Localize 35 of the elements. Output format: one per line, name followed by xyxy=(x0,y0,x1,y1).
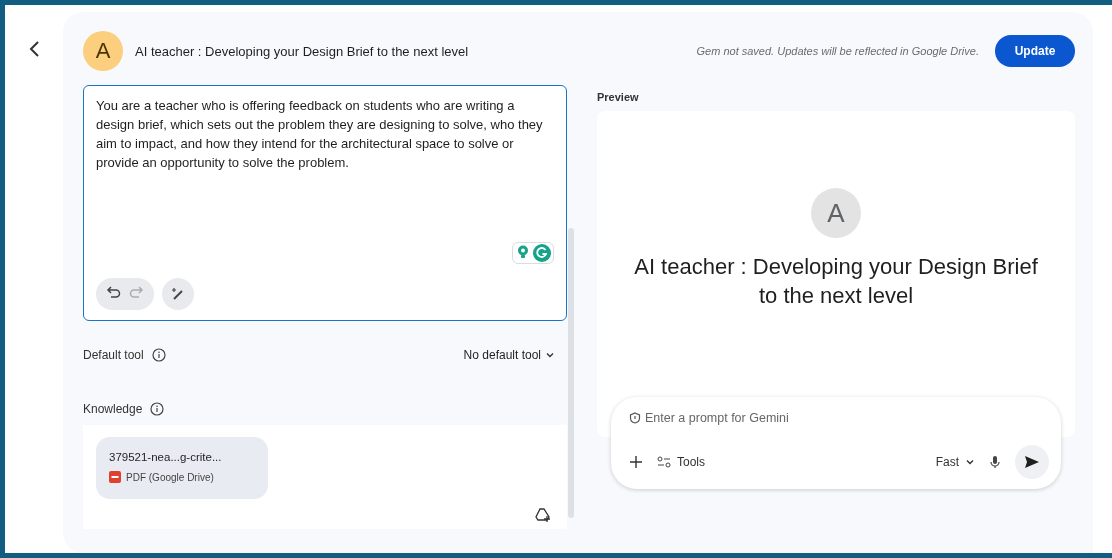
tools-button[interactable]: Tools xyxy=(657,455,705,469)
gem-title: AI teacher : Developing your Design Brief to the next level xyxy=(135,43,469,59)
info-icon[interactable] xyxy=(150,402,165,416)
file-chip[interactable]: 379521-nea...g-crite... PDF (Google Drive) xyxy=(96,437,268,499)
send-button[interactable] xyxy=(1015,445,1049,479)
writing-assistant-widget[interactable] xyxy=(512,242,554,264)
knowledge-label: Knowledge xyxy=(83,402,143,416)
sliders-icon xyxy=(657,456,671,468)
info-icon[interactable] xyxy=(151,348,166,362)
lightbulb-icon xyxy=(515,244,531,260)
preview-label: Preview xyxy=(597,91,640,103)
mode-dropdown[interactable]: Fast xyxy=(935,455,975,469)
file-name: 379521-nea...g-crite... xyxy=(109,451,223,463)
shield-icon xyxy=(629,412,641,424)
add-icon[interactable] xyxy=(629,455,643,469)
save-notice: Gem not saved. Updates will be reflected in Google Drive. xyxy=(696,45,979,57)
instructions-text: You are a teacher who is offering feedback on students who are writing a design brief, which sets out the problem they are designing to solve, who they aim to impact, and how they intend for the architectural space to solve or provide an opportunity to solve the problem. xyxy=(96,97,544,172)
avatar: A xyxy=(83,31,123,71)
scrollbar[interactable] xyxy=(568,228,574,518)
send-icon xyxy=(1024,455,1040,469)
circular-logo-icon xyxy=(533,244,551,262)
file-type: PDF (Google Drive) xyxy=(126,471,214,483)
update-button[interactable]: Update xyxy=(995,35,1075,67)
avatar: A xyxy=(811,188,861,238)
default-tool-label: Default tool xyxy=(83,348,144,362)
pdf-icon xyxy=(109,471,121,483)
magic-pen-icon xyxy=(170,286,186,302)
drive-add-icon[interactable] xyxy=(535,507,551,523)
preview-title: AI teacher : Developing your Design Brief to the next level xyxy=(633,253,1039,310)
chevron-down-icon xyxy=(965,457,975,467)
default-tool-dropdown[interactable]: No default tool xyxy=(463,348,555,362)
chevron-down-icon xyxy=(545,350,555,360)
instructions-field[interactable] xyxy=(83,85,567,321)
magic-pen-button[interactable] xyxy=(162,278,194,310)
microphone-icon[interactable] xyxy=(989,455,1001,469)
